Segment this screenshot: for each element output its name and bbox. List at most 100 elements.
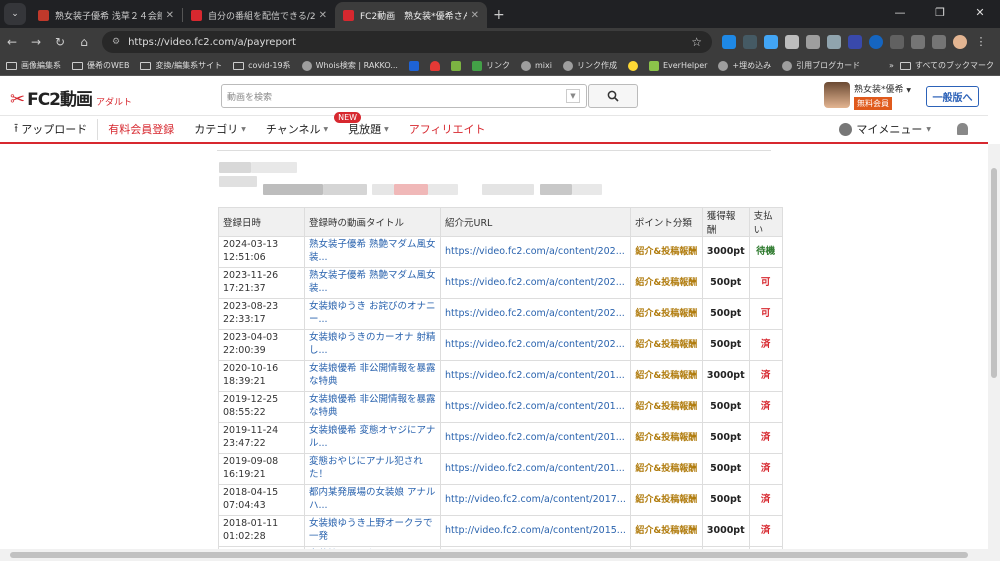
video-title-link[interactable]: 女装娘ゆうきのカーオナ 射精し... [304, 329, 441, 361]
user-name: 熟女装*優希 [854, 85, 904, 95]
extension-download-icon[interactable] [806, 35, 820, 49]
browser-tab-2[interactable]: 自分の番組を配信できる/2人だけ... ✕ [183, 2, 335, 28]
bookmark-folder[interactable]: covid-19系 [233, 60, 291, 71]
scrollbar-thumb[interactable] [991, 168, 997, 378]
scrollbar-thumb[interactable] [10, 552, 968, 558]
bookmark-folder[interactable]: 画像編集系 [6, 60, 61, 71]
maximize-icon[interactable]: ❐ [920, 0, 960, 26]
bookmark-item[interactable]: +埋め込み [718, 60, 771, 71]
bookmark-item[interactable] [429, 60, 440, 71]
site-info-icon[interactable]: ⚙ [112, 37, 120, 47]
extension-shield-icon[interactable] [848, 35, 862, 49]
folder-icon [233, 61, 245, 70]
new-tab-button[interactable]: + [493, 7, 505, 23]
table-row: 2024-03-13 12:51:06 熟女装子優希 熟艶マダム風女装... htt… [218, 236, 783, 268]
close-window-icon[interactable]: ✕ [960, 0, 1000, 26]
extensions-puzzle-icon[interactable] [890, 35, 904, 49]
address-bar[interactable]: ⚙ https://video.fc2.com/a/payreport ☆ [102, 31, 712, 53]
back-icon[interactable]: ← [0, 35, 24, 49]
video-title-link[interactable]: 変態おやじにアナル犯された！ [304, 453, 441, 485]
video-title-link[interactable]: 都内某発展場の女装娘 アナルハ... [304, 484, 441, 516]
extension-screen-icon[interactable] [764, 35, 778, 49]
video-title-link[interactable]: 熟女装子優希 熟艶マダム風女装... [304, 267, 441, 299]
referrer-url-link[interactable]: https://video.fc2.com/a/content/201... [440, 453, 631, 485]
bell-icon[interactable] [957, 123, 968, 135]
extension-cloud-icon[interactable] [785, 35, 799, 49]
profile-avatar-icon[interactable] [953, 35, 967, 49]
browser-menu-icon[interactable]: ⋮ [974, 35, 988, 49]
nav-mymenu[interactable]: マイメニュー ▼ [839, 121, 943, 137]
browser-tab-strip: ⌄ 熟女装子優希 浅草２４会館に来... ✕ 自分の番組を配信できる/2人だけ.… [0, 0, 1000, 28]
home-icon[interactable]: ⌂ [72, 35, 96, 49]
search-button[interactable] [588, 84, 638, 108]
bookmark-star-icon[interactable]: ☆ [691, 35, 702, 49]
point-category: 紹介&投稿報酬 [629, 236, 703, 268]
extension-save-icon[interactable] [827, 35, 841, 49]
video-title-link[interactable]: 女装娘ゆうき お詫びのオナニー... [304, 298, 441, 330]
user-menu[interactable]: 熟女装*優希 ▼ 無料会員 [824, 82, 911, 110]
general-version-button[interactable]: 一般版へ [926, 86, 979, 107]
payment-status: 済 [748, 484, 783, 516]
search-input[interactable]: 動画を検索 ▼ [221, 84, 587, 108]
video-title-link[interactable]: 女装娘優希 非公開情報を暴露な特典 [304, 391, 441, 423]
referrer-url-link[interactable]: http://video.fc2.com/a/content/2017... [440, 484, 631, 516]
nav-upload[interactable]: ⭱ アップロード [0, 118, 99, 140]
extension-c-icon[interactable] [869, 35, 883, 49]
forward-icon[interactable]: → [24, 35, 48, 49]
browser-tab-1[interactable]: 熟女装子優希 浅草２４会館に来... ✕ [30, 2, 182, 28]
chevron-down-icon: ▼ [906, 87, 912, 94]
extension-d-icon[interactable] [722, 35, 736, 49]
tab-search-icon[interactable]: ⌄ [4, 3, 26, 25]
side-panel-icon[interactable] [911, 35, 925, 49]
bookmark-item[interactable] [627, 60, 638, 71]
globe-icon [782, 60, 793, 71]
bookmark-folder[interactable]: 優希のWEB [72, 60, 129, 71]
referrer-url-link[interactable]: http://video.fc2.com/a/content/2015... [440, 515, 631, 547]
video-title-link[interactable]: 女装娘優希 非公開情報を暴露な特典 [304, 360, 441, 392]
referrer-url-link[interactable]: https://video.fc2.com/a/content/202... [440, 329, 631, 361]
extension-dots-icon[interactable] [743, 35, 757, 49]
fc2-logo[interactable]: ✂ FC2動画 アダルト [10, 85, 132, 110]
close-tab-icon[interactable]: ✕ [471, 10, 479, 21]
close-tab-icon[interactable]: ✕ [319, 10, 327, 21]
folder-icon [899, 61, 911, 70]
column-header: 支払い [748, 207, 783, 237]
logo-sub: アダルト [96, 98, 133, 108]
bookmarks-more-button[interactable]: » [889, 61, 894, 70]
referrer-url-link[interactable]: https://video.fc2.com/a/content/201... [440, 360, 631, 392]
bookmark-item[interactable] [450, 60, 461, 71]
referrer-url-link[interactable]: https://video.fc2.com/a/content/201... [440, 422, 631, 454]
payment-status: 可 [748, 298, 783, 330]
video-title-link[interactable]: 女装娘優希 変態オヤジにアナル... [304, 422, 441, 454]
nav-category[interactable]: カテゴリ ▼ [184, 121, 256, 137]
bookmark-item[interactable]: 引用ブログカード [782, 60, 860, 71]
bookmark-folder[interactable]: 変換/編集系サイト [140, 60, 222, 71]
minimize-icon[interactable]: — [880, 0, 920, 26]
video-title-link[interactable]: 熟女装子優希 熟艶マダム風女装... [304, 236, 441, 268]
bookmark-item[interactable]: Whois検索 | RAKKO... [301, 60, 398, 71]
download-icon[interactable] [932, 35, 946, 49]
vertical-scrollbar[interactable] [988, 144, 1000, 549]
nav-channel[interactable]: チャンネル ▼ [256, 121, 338, 137]
bookmark-item[interactable]: EverHelper [648, 60, 707, 71]
nav-affiliate[interactable]: アフィリエイト [399, 121, 496, 137]
bookmark-item[interactable]: リンク [471, 60, 510, 71]
referrer-url-link[interactable]: https://video.fc2.com/a/content/201... [440, 391, 631, 423]
nav-unlimited[interactable]: NEW 見放題 ▼ [334, 112, 399, 137]
bookmark-item[interactable]: リンク作成 [562, 60, 617, 71]
referrer-url-link[interactable]: https://video.fc2.com/a/content/202... [440, 298, 631, 330]
browser-tab-3-active[interactable]: FC2動画 熟女装*優希さんの報酬... ✕ [335, 2, 487, 28]
all-bookmarks-button[interactable]: すべてのブックマーク [899, 60, 994, 71]
referrer-url-link[interactable]: https://video.fc2.com/a/content/202... [440, 267, 631, 299]
reload-icon[interactable]: ↻ [48, 35, 72, 49]
video-title-link[interactable]: 女装娘ゆうき上野オークラで一発 [304, 515, 441, 547]
nav-label: アフィリエイト [408, 123, 486, 136]
horizontal-scrollbar[interactable] [0, 549, 1000, 561]
bookmark-item[interactable] [408, 60, 419, 71]
point-category: 紹介&投稿報酬 [629, 453, 703, 485]
search-dropdown-icon[interactable]: ▼ [566, 89, 580, 103]
referrer-url-link[interactable]: https://video.fc2.com/a/content/202... [440, 236, 631, 268]
bookmark-item[interactable]: mixi [520, 60, 552, 71]
nav-paid-signup[interactable]: 有料会員登録 [98, 121, 184, 137]
close-tab-icon[interactable]: ✕ [166, 10, 174, 21]
